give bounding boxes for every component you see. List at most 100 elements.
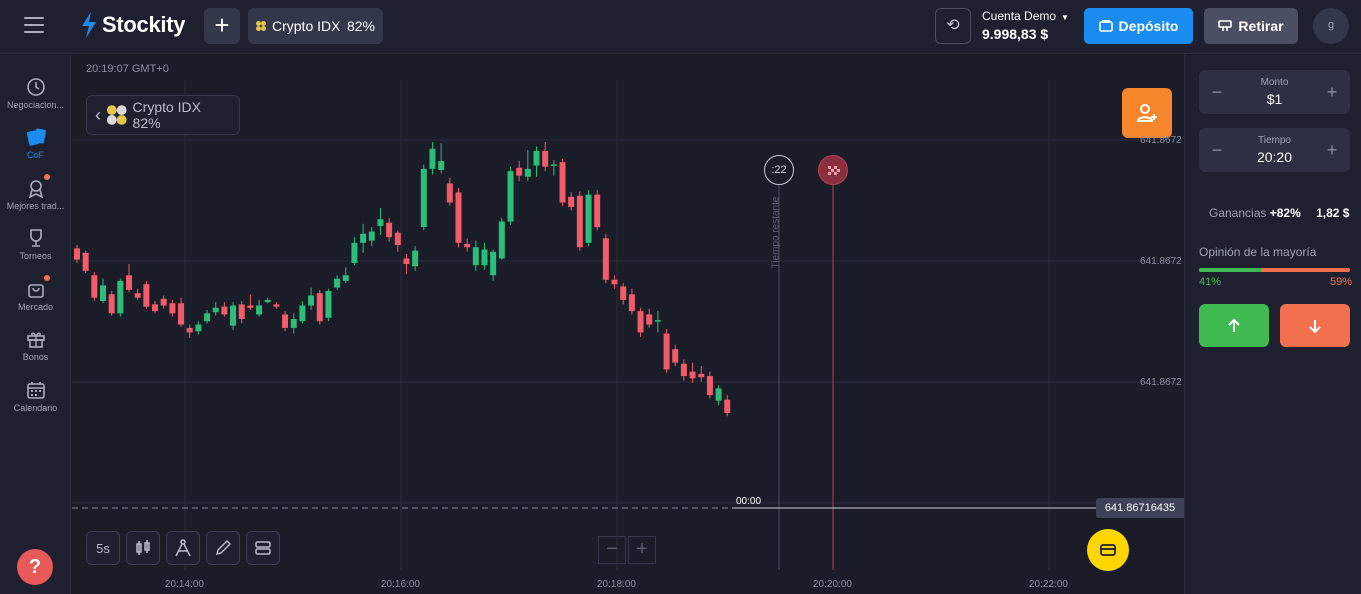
asset-tab-name: Crypto IDX <box>272 18 341 34</box>
switch-account-button[interactable]: ⟲ <box>935 8 971 44</box>
buy-up-button[interactable] <box>1199 304 1269 347</box>
amount-decrease-button[interactable]: − <box>1207 80 1227 104</box>
indicators-button[interactable] <box>166 531 200 565</box>
candle-down <box>576 195 583 248</box>
chart-toolbar: 5s <box>86 531 280 565</box>
gift-icon <box>26 329 46 349</box>
help-button[interactable]: ? <box>17 549 53 585</box>
arrow-up-icon <box>1228 318 1240 332</box>
candle-down <box>663 333 670 370</box>
candle-down <box>108 294 115 314</box>
x-axis-label: 20:18:00 <box>597 579 636 590</box>
sidebar-item-market[interactable]: Mercado <box>0 275 71 312</box>
server-clock: 20:19:07 GMT+0 <box>86 63 169 75</box>
candle-down <box>680 363 687 377</box>
candle-down <box>282 314 289 328</box>
avatar[interactable]: g <box>1313 8 1349 44</box>
logo[interactable]: Stockity <box>80 12 185 38</box>
candle-down <box>74 248 80 260</box>
candle-up <box>325 290 332 318</box>
sidebar-item-label: Mercado <box>17 302 53 312</box>
layout-button[interactable] <box>246 531 280 565</box>
candle-down <box>620 286 627 300</box>
support-button[interactable] <box>1122 88 1172 138</box>
compass-icon <box>175 539 191 557</box>
candle-up <box>299 305 306 322</box>
account-selector[interactable]: Cuenta Demo ▼ 9.998,83 $ <box>982 9 1069 42</box>
y-axis-label: 641.8672 <box>1140 135 1182 146</box>
asset-tab[interactable]: Crypto IDX 82% <box>248 8 383 44</box>
candle-up <box>256 305 263 315</box>
bag-icon <box>26 275 50 299</box>
candle-down <box>134 293 141 298</box>
promo-button[interactable] <box>1087 529 1129 571</box>
sidebar-item-cof[interactable]: CoF <box>0 127 71 160</box>
add-asset-button[interactable]: + <box>204 8 240 44</box>
amount-increase-button[interactable]: + <box>1322 80 1342 104</box>
wallet-icon <box>1098 20 1113 32</box>
calendar-icon <box>26 380 46 400</box>
candle-down <box>464 243 471 248</box>
x-axis-label: 20:22:00 <box>1029 579 1068 590</box>
candle-up <box>490 251 497 276</box>
sidebar-item-label: Calendario <box>13 403 58 413</box>
candle-down <box>143 284 150 307</box>
withdraw-button[interactable]: Retirar <box>1204 8 1298 44</box>
earnings: Ganancias +82% 1,82 $ <box>1209 206 1349 220</box>
candle-down <box>394 232 401 246</box>
candle-down <box>152 304 159 312</box>
time-increase-button[interactable]: + <box>1322 138 1342 162</box>
chart-type-button[interactable] <box>126 531 160 565</box>
sidebar-item-label: Bonos <box>22 352 49 362</box>
withdraw-label: Retirar <box>1238 18 1284 34</box>
sidebar-item-top-traders[interactable]: Mejores trad... <box>0 174 71 211</box>
candle-up <box>524 168 531 177</box>
chevron-down-icon: ▼ <box>1061 13 1069 22</box>
chart-grid <box>72 80 1183 570</box>
x-axis-label: 20:14:00 <box>165 579 204 590</box>
candle-up <box>498 221 505 259</box>
asset-chip-label: Crypto IDX 82% <box>132 99 202 131</box>
candle-up <box>585 194 592 243</box>
time-stepper[interactable]: Tiempo 20:20 − + <box>1199 128 1350 172</box>
candle-down <box>91 275 98 298</box>
majority-opinion-label: Opinión de la mayoría <box>1199 245 1317 259</box>
asset-selector[interactable]: ‹ Crypto IDX 82% <box>86 95 240 135</box>
sell-down-button[interactable] <box>1280 304 1350 347</box>
drawing-tools-button[interactable] <box>206 531 240 565</box>
hamburger-menu-icon[interactable] <box>24 17 44 35</box>
notification-dot <box>43 174 50 180</box>
candle-down <box>446 183 453 203</box>
amount-stepper[interactable]: Monto $1 − + <box>1199 70 1350 114</box>
candle-up <box>195 324 202 332</box>
opinion-up-percent: 41% <box>1199 276 1222 288</box>
candle-down <box>221 306 228 315</box>
zoom-out-button[interactable]: − <box>598 536 626 564</box>
earnings-amount: 1,82 $ <box>1316 206 1350 220</box>
chart-area[interactable]: 20:19:07 GMT+0 ‹ Crypto IDX 82% :22 Tiem… <box>72 55 1184 594</box>
sidebar-item-calendar[interactable]: Calendario <box>0 380 71 413</box>
candle-up <box>290 318 297 328</box>
candle-up <box>368 231 375 241</box>
candle-up <box>507 171 514 222</box>
candle-down <box>186 327 193 333</box>
sidebar-item-trading[interactable]: Negociacion... <box>0 77 71 110</box>
time-decrease-button[interactable]: − <box>1207 138 1227 162</box>
timeframe-button[interactable]: 5s <box>86 531 120 565</box>
zoom-in-button[interactable]: + <box>628 536 656 564</box>
deposit-button[interactable]: Depósito <box>1084 8 1193 44</box>
sidebar-item-bonuses[interactable]: Bonos <box>0 329 71 362</box>
deposit-label: Depósito <box>1118 18 1179 34</box>
sidebar-item-label: Torneos <box>19 251 52 261</box>
candle-down <box>602 238 609 280</box>
candle-up <box>204 313 211 322</box>
candle-down <box>455 192 462 243</box>
candles-icon <box>136 540 150 555</box>
candle-up <box>481 249 488 266</box>
candle-up <box>264 299 271 303</box>
sidebar-item-tournaments[interactable]: Torneos <box>0 228 71 261</box>
candle-up <box>420 168 427 228</box>
candle-down <box>689 371 696 379</box>
candle-up <box>715 388 722 401</box>
candlestick-chart[interactable] <box>72 55 1183 594</box>
